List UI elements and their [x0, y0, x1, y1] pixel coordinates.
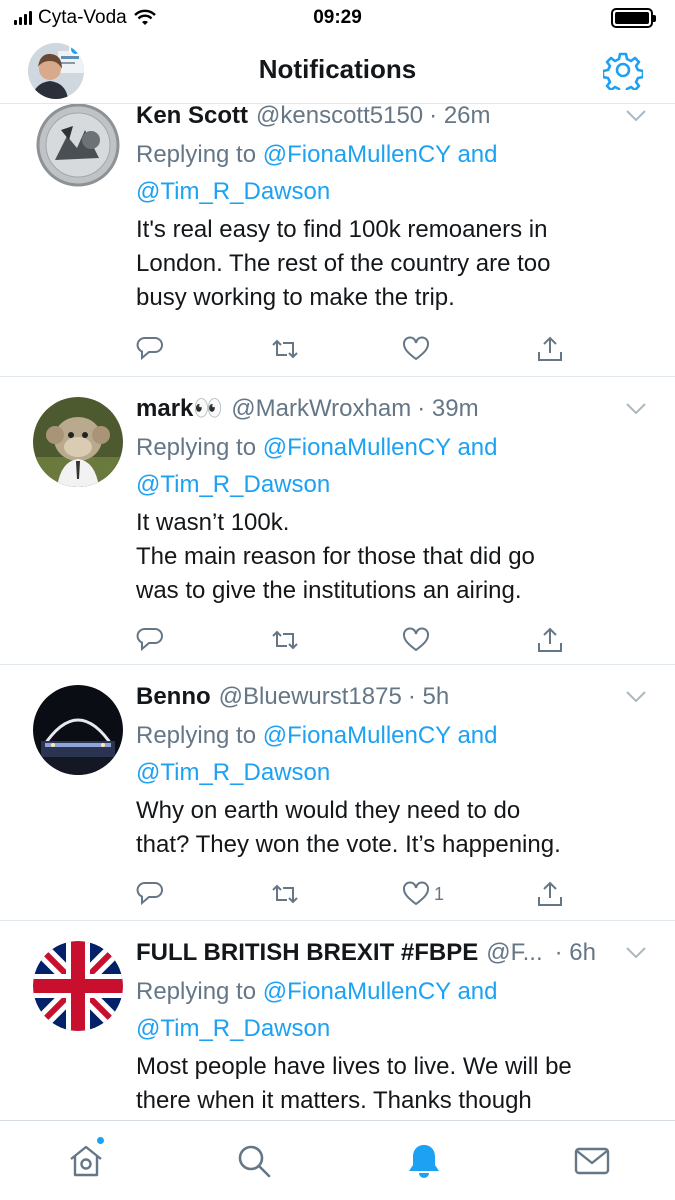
chevron-down-icon[interactable] — [625, 401, 647, 417]
tab-home[interactable] — [66, 1135, 106, 1181]
notifications-header: Notifications — [0, 36, 675, 104]
union-jack-avatar — [33, 941, 123, 1031]
mention-link[interactable]: @FionaMullenCY — [263, 141, 451, 168]
mention-link[interactable]: @Tim_R_Dawson — [136, 759, 330, 786]
notifications-feed[interactable]: Ken Scott @kenscott5150 · 26m Replying t… — [0, 104, 675, 1120]
author-name[interactable]: mark👀 — [136, 393, 223, 425]
share-button[interactable] — [536, 623, 564, 657]
author-name[interactable]: Ken Scott — [136, 104, 248, 132]
replying-to: Replying to @FionaMullenCY and @Tim_R_Da… — [136, 717, 655, 791]
retweet-button[interactable] — [270, 623, 300, 657]
replying-prefix: Replying to — [136, 722, 257, 749]
mention-link[interactable]: @FionaMullenCY — [263, 434, 451, 461]
tweet-actions — [136, 332, 566, 366]
replying-to: Replying to @FionaMullenCY and @Tim_R_Da… — [136, 136, 655, 210]
tab-messages[interactable] — [572, 1141, 612, 1181]
like-count: 1 — [434, 883, 445, 904]
tweet[interactable]: Ken Scott @kenscott5150 · 26m Replying t… — [0, 104, 675, 377]
wifi-icon — [133, 9, 156, 25]
mention-link[interactable]: @FionaMullenCY — [263, 978, 451, 1005]
like-button[interactable] — [402, 332, 434, 366]
search-icon — [238, 1145, 271, 1178]
tweet[interactable]: Benno @Bluewurst1875 · 5h Replying to @F… — [0, 665, 675, 921]
author-handle: @F... — [486, 939, 543, 966]
messages-icon — [574, 1147, 610, 1175]
tab-search[interactable] — [234, 1141, 274, 1181]
carrier-name: Cyta-Voda — [38, 7, 127, 28]
mention-link[interactable]: @Tim_R_Dawson — [136, 1015, 330, 1042]
reply-button[interactable] — [136, 877, 164, 911]
author-handle: @kenscott5150 — [256, 104, 424, 129]
author-name[interactable]: Benno — [136, 681, 211, 713]
retweet-button[interactable] — [270, 332, 300, 366]
tweet-text: Most people have lives to live. We will … — [136, 1053, 572, 1114]
like-button[interactable] — [402, 623, 434, 657]
share-button[interactable] — [536, 877, 564, 911]
reply-button[interactable] — [136, 332, 164, 366]
chevron-down-icon[interactable] — [625, 945, 647, 961]
timestamp: · 26m — [429, 104, 491, 129]
heart-icon — [403, 627, 429, 652]
replying-to: Replying to @FionaMullenCY and @Tim_R_Da… — [136, 429, 655, 503]
reply-icon — [136, 882, 163, 906]
tweet-actions: 1 — [136, 877, 566, 911]
share-button[interactable] — [536, 332, 564, 366]
chevron-down-icon[interactable] — [625, 108, 647, 124]
tweet-text: It's real easy to find 100k remoaners in… — [136, 216, 551, 311]
home-icon — [70, 1145, 102, 1177]
tweet-text: It wasn’t 100k. The main reason for thos… — [136, 509, 535, 604]
replying-prefix: Replying to — [136, 141, 257, 168]
profile-avatar[interactable] — [28, 43, 84, 99]
and-text: and — [457, 141, 498, 168]
and-text: and — [457, 434, 498, 461]
avatar[interactable] — [33, 685, 123, 775]
retweet-button[interactable] — [270, 877, 300, 911]
tab-notifications[interactable] — [404, 1141, 444, 1181]
battery-icon — [611, 8, 656, 28]
tweet[interactable]: FULL BRITISH BREXIT #FBPE @F... · 6h Rep… — [0, 921, 675, 1120]
timestamp: · 5h — [407, 683, 450, 710]
reply-icon — [136, 628, 163, 652]
share-icon — [538, 336, 562, 361]
retweet-icon — [272, 339, 298, 359]
reply-button[interactable] — [136, 623, 164, 657]
replying-prefix: Replying to — [136, 978, 257, 1005]
mention-link[interactable]: @Tim_R_Dawson — [136, 178, 330, 205]
timestamp: · 39m — [417, 395, 479, 422]
reply-icon — [136, 337, 163, 361]
gear-icon[interactable] — [603, 50, 643, 90]
author-handle: @MarkWroxham — [231, 395, 412, 422]
tweet[interactable]: mark👀 @MarkWroxham · 39m Replying to @Fi… — [0, 377, 675, 665]
avatar[interactable] — [33, 397, 123, 487]
retweet-icon — [272, 884, 298, 904]
mention-link[interactable]: @FionaMullenCY — [263, 722, 451, 749]
tweet-text: Why on earth would they need to do that?… — [136, 797, 561, 858]
bottom-tab-bar — [0, 1120, 675, 1200]
share-icon — [538, 627, 562, 652]
status-bar: Cyta-Voda 09:29 — [0, 0, 675, 36]
page-title: Notifications — [258, 54, 417, 84]
chevron-down-icon[interactable] — [625, 689, 647, 705]
share-icon — [538, 881, 562, 906]
timestamp: · 6h — [554, 939, 596, 966]
mention-link[interactable]: @Tim_R_Dawson — [136, 471, 330, 498]
like-button[interactable]: 1 — [402, 877, 444, 911]
avatar[interactable] — [33, 104, 123, 190]
and-text: and — [457, 722, 498, 749]
author-handle: @Bluewurst1875 — [218, 683, 402, 710]
replying-prefix: Replying to — [136, 434, 257, 461]
replying-to: Replying to @FionaMullenCY and @Tim_R_Da… — [136, 973, 655, 1047]
avatar[interactable] — [33, 941, 123, 1031]
signal-strength-icon — [14, 11, 32, 25]
author-name[interactable]: FULL BRITISH BREXIT #FBPE — [136, 937, 478, 969]
retweet-icon — [272, 630, 298, 650]
notifications-bell-icon — [409, 1145, 439, 1178]
heart-icon — [403, 336, 429, 361]
heart-icon — [403, 881, 429, 906]
and-text: and — [457, 978, 498, 1005]
tweet-actions — [136, 623, 566, 657]
